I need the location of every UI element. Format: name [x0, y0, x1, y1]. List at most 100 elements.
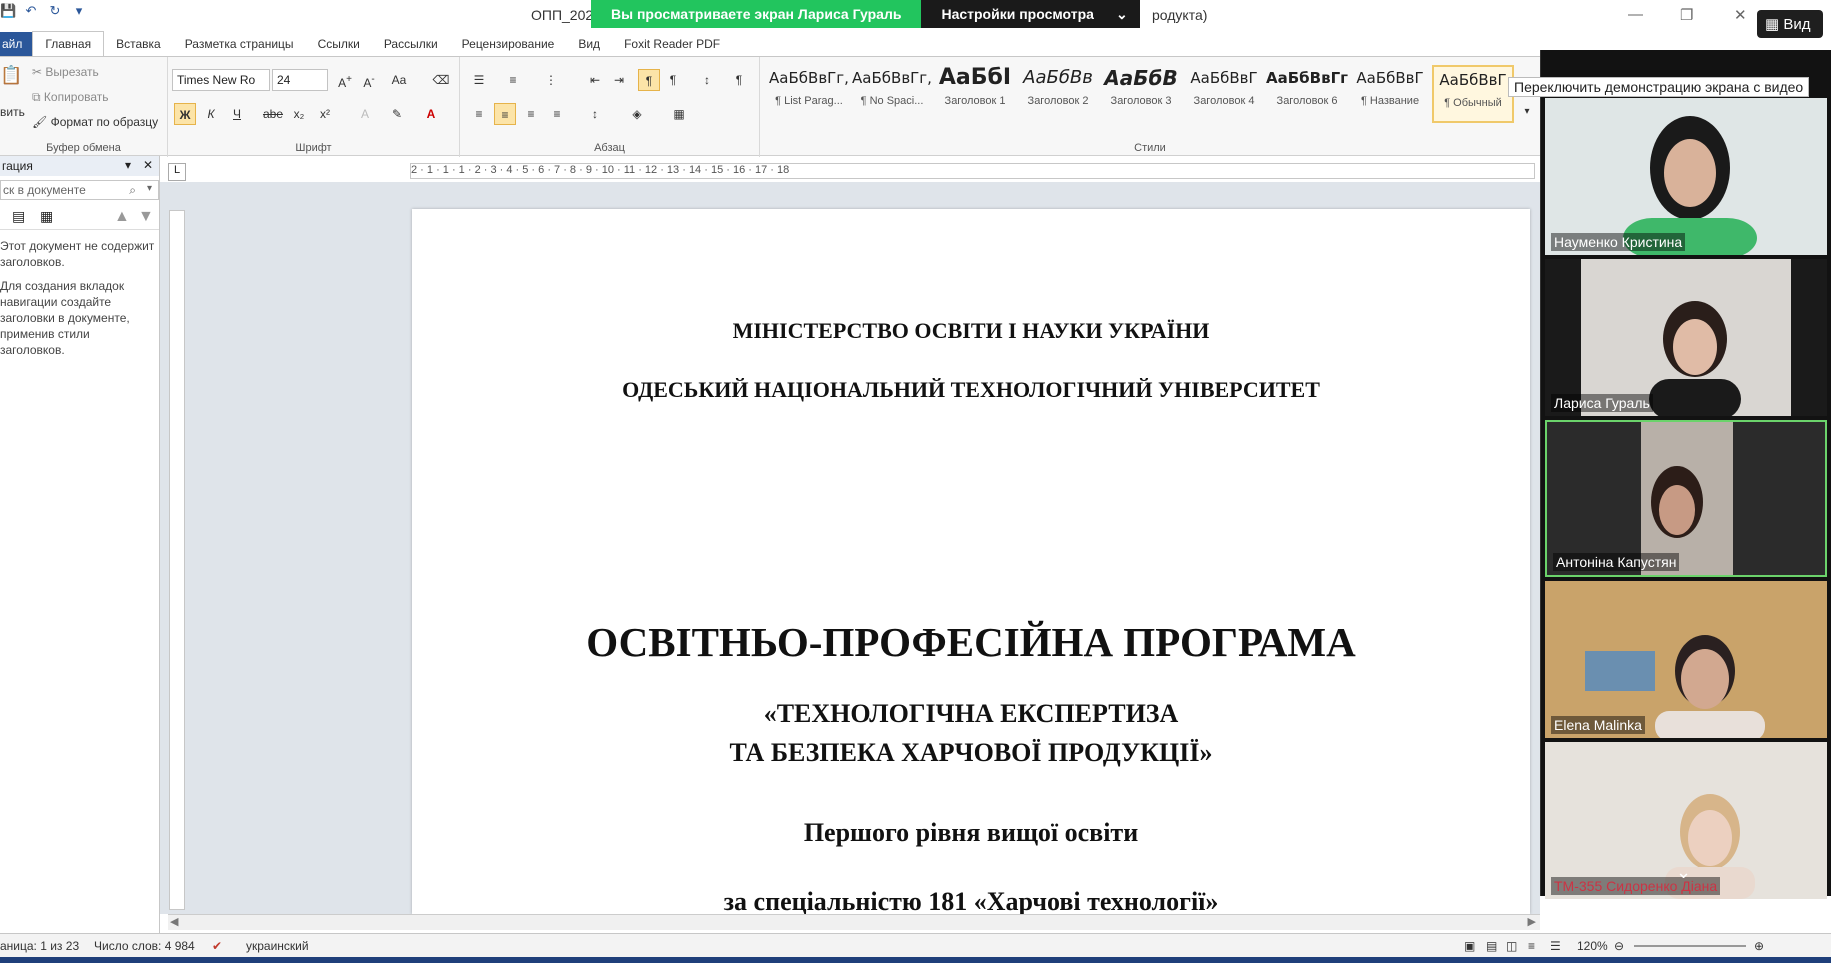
- superscript-button[interactable]: x²: [314, 103, 336, 125]
- redo-icon[interactable]: ↻: [48, 4, 62, 18]
- tab-home[interactable]: Главная: [32, 31, 105, 56]
- shrink-font-icon[interactable]: A-: [358, 69, 380, 91]
- word-count[interactable]: Число слов: 4 984: [94, 939, 195, 953]
- customize-qat-icon[interactable]: ▾: [72, 4, 86, 18]
- search-options-icon[interactable]: ▾: [147, 183, 152, 194]
- paste-icon[interactable]: 📋: [0, 65, 22, 86]
- change-case-icon[interactable]: Aa: [388, 69, 410, 91]
- minimize-icon[interactable]: —: [1628, 6, 1643, 23]
- cut-button[interactable]: ✂ Вырезать: [32, 65, 99, 79]
- italic-button[interactable]: К: [200, 103, 222, 125]
- increase-indent-icon[interactable]: ⇥: [608, 69, 630, 91]
- zoom-in-icon[interactable]: ⊕: [1754, 939, 1764, 953]
- font-size-select[interactable]: 24: [272, 69, 328, 91]
- bullets-icon[interactable]: ☰: [468, 69, 490, 91]
- borders-icon[interactable]: ▦: [668, 103, 690, 125]
- style-heading-3[interactable]: АаБбВ Заголовок 3: [1100, 65, 1182, 123]
- participant-video: [1545, 581, 1827, 738]
- zoom-view-button[interactable]: ▦ Вид: [1757, 10, 1823, 38]
- view-settings-button[interactable]: Настройки просмотра ⌄: [921, 0, 1140, 28]
- paste-button[interactable]: вить: [0, 105, 25, 119]
- nav-menu-icon[interactable]: ▾: [125, 158, 131, 172]
- document-page[interactable]: МІНІСТЕРСТВО ОСВІТИ І НАУКИ УКРАЇНИ ОДЕС…: [412, 209, 1530, 914]
- grow-font-icon[interactable]: A+: [334, 69, 356, 91]
- show-marks-icon[interactable]: ¶: [728, 69, 750, 91]
- close-pane-icon[interactable]: ✕: [143, 158, 153, 172]
- copy-button[interactable]: ⧉ Копировать: [32, 90, 109, 105]
- chevron-down-icon[interactable]: ⌄: [1676, 862, 1691, 883]
- numbering-icon[interactable]: ≡: [502, 69, 524, 91]
- strikethrough-button[interactable]: abe: [262, 103, 284, 125]
- close-icon[interactable]: ✕: [1734, 6, 1747, 24]
- scroll-left-icon[interactable]: ◀: [170, 915, 178, 928]
- tab-foxit[interactable]: Foxit Reader PDF: [612, 32, 732, 56]
- line-spacing-icon[interactable]: ↕: [584, 103, 606, 125]
- decrease-indent-icon[interactable]: ⇤: [584, 69, 606, 91]
- full-screen-icon[interactable]: ▤: [1486, 939, 1497, 953]
- tab-references[interactable]: Ссылки: [306, 32, 372, 56]
- subscript-button[interactable]: x₂: [288, 103, 310, 125]
- undo-icon[interactable]: ↶: [24, 4, 38, 18]
- tab-page-layout[interactable]: Разметка страницы: [173, 32, 306, 56]
- outline-icon[interactable]: ≡: [1528, 939, 1535, 953]
- next-heading-icon[interactable]: ▼: [138, 208, 154, 226]
- screen: 💾 ↶ ↻ ▾ ОПП_202 родукта) Вы просматривае…: [0, 0, 1831, 963]
- draft-icon[interactable]: ☰: [1550, 939, 1561, 953]
- language-indicator[interactable]: украинский: [246, 939, 309, 953]
- justify-icon[interactable]: ≡: [546, 103, 568, 125]
- proofing-icon[interactable]: ✔: [212, 939, 222, 953]
- restore-icon[interactable]: ❐: [1680, 6, 1693, 24]
- page-counter[interactable]: аница: 1 из 23: [0, 939, 79, 953]
- tab-view[interactable]: Вид: [566, 32, 612, 56]
- style-heading-1[interactable]: АаБбI Заголовок 1: [934, 65, 1016, 123]
- align-center-icon[interactable]: ≡: [494, 103, 516, 125]
- nav-search-input[interactable]: ск в документе ⌕ ▾: [0, 180, 159, 200]
- style-no-spacing[interactable]: АаБбВвГг, ¶ No Spaci...: [851, 65, 933, 123]
- styles-more-icon[interactable]: ▾: [1516, 101, 1538, 123]
- style-title[interactable]: АаБбВвГ ¶ Название: [1349, 65, 1431, 123]
- tab-selector[interactable]: L: [168, 163, 186, 181]
- tab-file[interactable]: айл: [0, 32, 33, 56]
- participant-tile[interactable]: Науменко Кристина: [1545, 98, 1827, 255]
- clear-format-icon[interactable]: ⌫: [430, 69, 452, 91]
- multilevel-list-icon[interactable]: ⋮: [540, 69, 562, 91]
- rtl-icon[interactable]: ¶: [662, 69, 684, 91]
- pages-view-icon[interactable]: ▦: [40, 208, 53, 225]
- headings-view-icon[interactable]: ▤: [12, 208, 25, 225]
- print-layout-icon[interactable]: ▣: [1464, 939, 1475, 953]
- web-layout-icon[interactable]: ◫: [1506, 939, 1517, 953]
- style-heading-6[interactable]: АаБбВвГг, Заголовок 6: [1266, 65, 1348, 123]
- text-effects-icon[interactable]: A: [354, 103, 376, 125]
- participant-tile[interactable]: Лариса Гураль: [1545, 259, 1827, 416]
- bold-button[interactable]: Ж: [174, 103, 196, 125]
- style-heading-2[interactable]: АаБбВв Заголовок 2: [1017, 65, 1099, 123]
- zoom-slider[interactable]: [1634, 945, 1746, 947]
- previous-heading-icon[interactable]: ▲: [114, 208, 130, 226]
- sort-icon[interactable]: ↕: [696, 69, 718, 91]
- style-heading-4[interactable]: АаБбВвГ Заголовок 4: [1183, 65, 1265, 123]
- style-normal[interactable]: АаБбВвГ ¶ Обычный: [1432, 65, 1514, 123]
- zoom-out-icon[interactable]: ⊖: [1614, 939, 1624, 953]
- underline-button[interactable]: Ч: [226, 103, 248, 125]
- tab-review[interactable]: Рецензирование: [450, 32, 567, 56]
- zoom-level[interactable]: 120%: [1577, 939, 1608, 953]
- participant-tile[interactable]: Elena Malinka: [1545, 581, 1827, 738]
- style-list-paragraph[interactable]: АаБбВвГг, ¶ List Parag...: [768, 65, 850, 123]
- highlight-icon[interactable]: ✎: [386, 103, 408, 125]
- font-name-select[interactable]: Times New Ro: [172, 69, 270, 91]
- search-icon[interactable]: ⌕: [129, 183, 136, 198]
- font-color-icon[interactable]: A: [420, 103, 442, 125]
- align-right-icon[interactable]: ≡: [520, 103, 542, 125]
- shading-icon[interactable]: ◈: [626, 103, 648, 125]
- format-painter-button[interactable]: 🖌 Формат по образцу: [32, 115, 158, 129]
- vertical-ruler[interactable]: [169, 210, 185, 910]
- horizontal-ruler[interactable]: 2 · 1 · 1 · 1 · 2 · 3 · 4 · 5 · 6 · 7 · …: [410, 163, 1535, 179]
- tab-mailings[interactable]: Рассылки: [372, 32, 450, 56]
- ltr-icon[interactable]: ¶: [638, 69, 660, 91]
- scroll-right-icon[interactable]: ▶: [1528, 915, 1536, 928]
- tab-insert[interactable]: Вставка: [104, 32, 173, 56]
- horizontal-scrollbar[interactable]: ◀ ▶: [168, 914, 1540, 930]
- save-icon[interactable]: 💾: [0, 4, 16, 18]
- participant-tile-active[interactable]: Антоніна Капустян: [1545, 420, 1827, 577]
- align-left-icon[interactable]: ≡: [468, 103, 490, 125]
